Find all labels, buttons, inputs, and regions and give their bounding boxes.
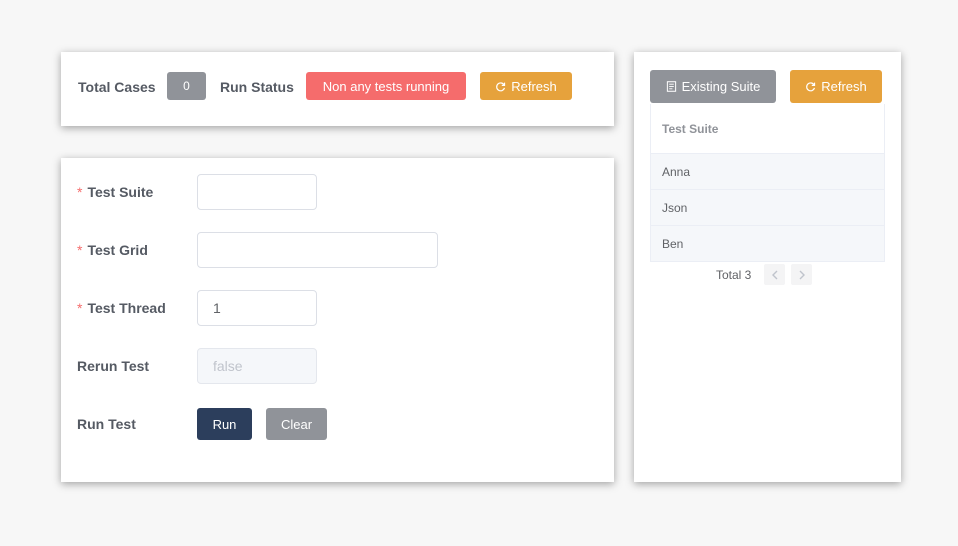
table-row[interactable]: Ben	[651, 226, 884, 261]
pagination-total: Total 3	[716, 267, 752, 282]
chevron-right-icon	[799, 270, 805, 279]
table-header-test-suite: Test Suite	[651, 104, 884, 154]
test-grid-input[interactable]	[197, 232, 438, 268]
refresh-suite-button[interactable]: Refresh	[790, 70, 882, 103]
required-mark: *	[77, 300, 83, 316]
run-form-card: * Test Suite * Test Grid * Test Thread 1 Re…	[61, 158, 614, 482]
prev-page-button[interactable]	[764, 264, 786, 285]
test-suite-input[interactable]	[197, 174, 317, 210]
pagination: Total 3	[716, 264, 813, 285]
run-status-label: Run Status	[220, 79, 294, 95]
required-mark: *	[77, 242, 83, 258]
document-icon	[666, 81, 676, 92]
run-status-value: Non any tests running	[322, 78, 450, 94]
table-row[interactable]: Json	[651, 190, 884, 226]
refresh-status-label: Refresh	[511, 78, 557, 94]
existing-suite-button[interactable]: Existing Suite	[650, 70, 776, 103]
test-suite-label: * Test Suite	[77, 184, 154, 200]
run-button[interactable]: Run	[197, 408, 252, 440]
run-test-label: Run Test	[77, 416, 136, 432]
status-card: Total Cases 0 Run Status Non any tests r…	[61, 52, 614, 126]
required-mark: *	[77, 184, 83, 200]
run-status-badge: Non any tests running	[306, 72, 466, 100]
test-grid-label: * Test Grid	[77, 242, 148, 258]
chevron-left-icon	[771, 270, 778, 279]
next-page-button[interactable]	[791, 264, 813, 285]
clear-button[interactable]: Clear	[266, 408, 327, 440]
rerun-test-input: false	[197, 348, 317, 384]
total-cases-badge: 0	[167, 72, 206, 100]
refresh-icon	[806, 82, 816, 92]
total-cases-value: 0	[183, 79, 190, 93]
refresh-icon	[496, 81, 506, 91]
rerun-test-label: Rerun Test	[77, 358, 150, 374]
table-row[interactable]: Anna	[651, 154, 884, 190]
total-cases-label: Total Cases	[78, 79, 156, 95]
refresh-status-button[interactable]: Refresh	[480, 72, 572, 100]
test-thread-input[interactable]: 1	[197, 290, 317, 326]
suite-table: Test Suite Anna Json Ben	[650, 104, 885, 262]
test-thread-label: * Test Thread	[77, 300, 166, 316]
